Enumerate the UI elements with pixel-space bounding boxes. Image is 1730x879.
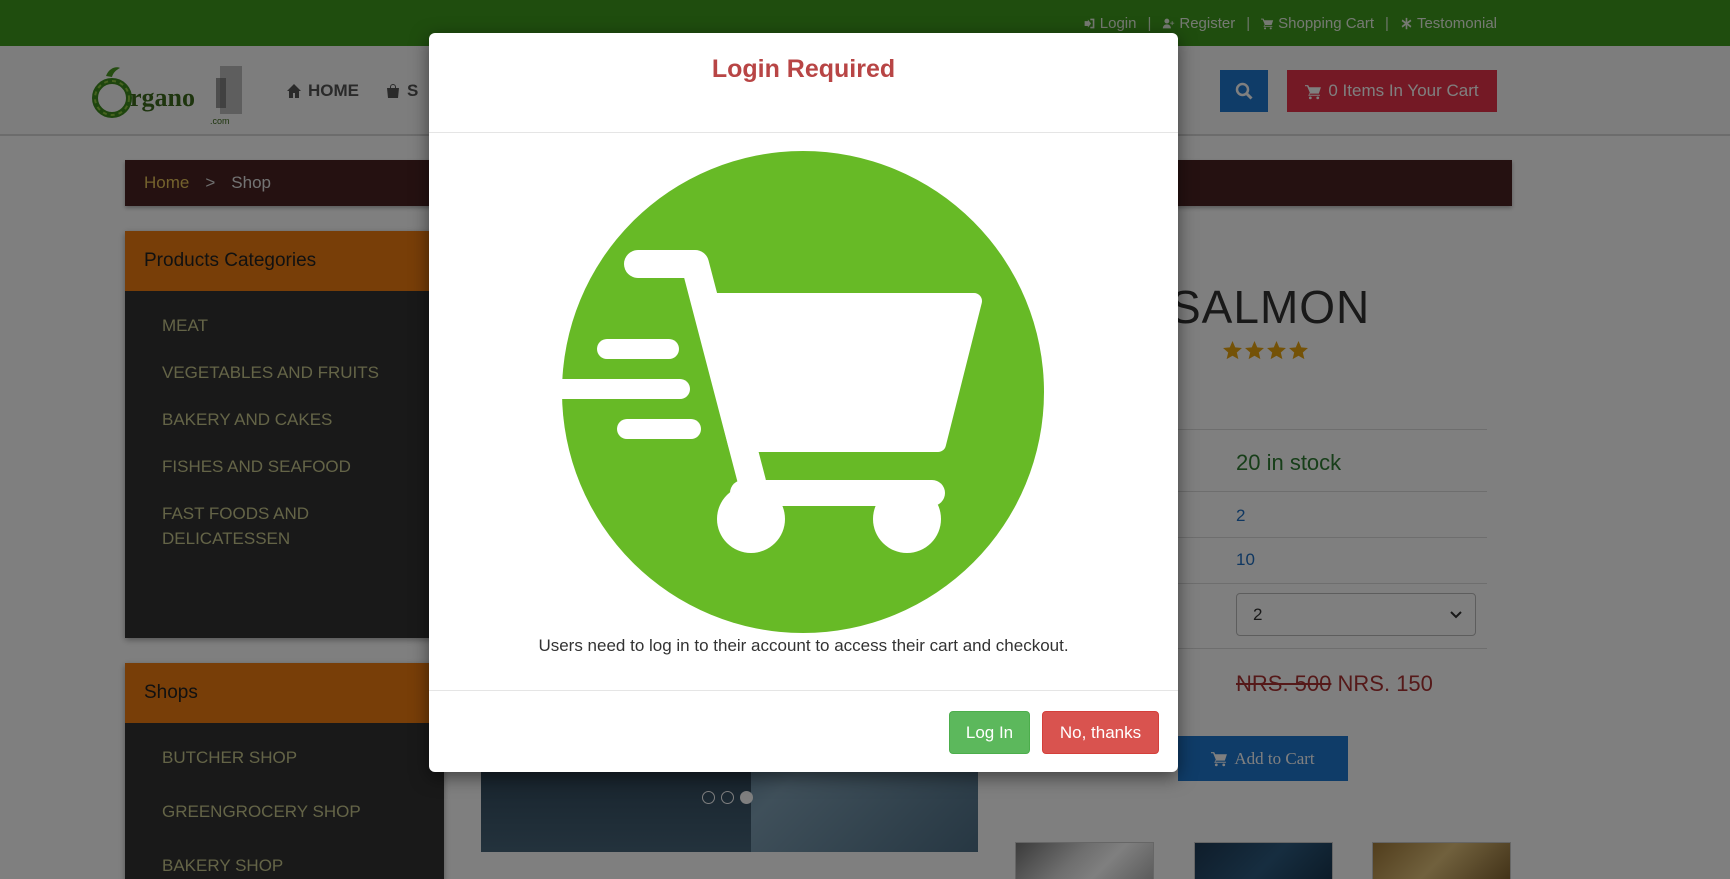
log-in-button[interactable]: Log In: [949, 711, 1030, 754]
login-required-modal: Login Required Users need to log in to t…: [429, 33, 1178, 772]
modal-title: Login Required: [711, 55, 896, 83]
cart-icon: [562, 151, 1044, 633]
modal-divider: [429, 132, 1178, 133]
modal-message: Users need to log in to their account to…: [538, 636, 1069, 655]
modal-divider: [429, 690, 1178, 691]
no-thanks-button[interactable]: No, thanks: [1042, 711, 1159, 754]
